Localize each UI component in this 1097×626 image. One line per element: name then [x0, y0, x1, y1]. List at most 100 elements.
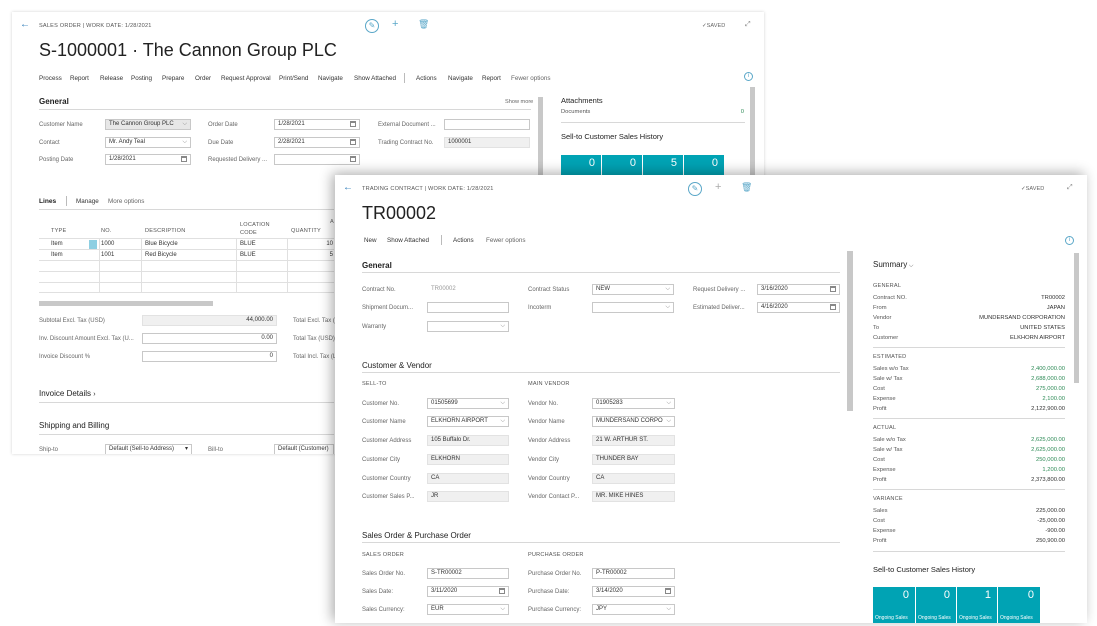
expand-icon[interactable]: ⤢	[1067, 184, 1073, 192]
requested-delivery-field[interactable]	[274, 154, 360, 165]
table-row[interactable]	[39, 271, 334, 282]
shipment-doc-field[interactable]	[427, 302, 509, 313]
action-navigate-2[interactable]: Navigate	[448, 75, 473, 82]
back-arrow-icon[interactable]: ←	[343, 182, 353, 193]
calendar-icon[interactable]	[181, 156, 187, 162]
sales-history-tile[interactable]: 0	[602, 155, 642, 177]
col-location-code[interactable]: LOCATION CODE	[240, 221, 280, 237]
factbox-scrollbar[interactable]	[1074, 253, 1079, 383]
action-print-send[interactable]: Print/Send	[279, 75, 308, 82]
lines-more-options[interactable]: More options	[108, 198, 144, 205]
table-row[interactable]: Item 1000 Blue Bicycle BLUE 10	[39, 238, 334, 249]
action-release[interactable]: Release	[100, 75, 123, 82]
contract-status-field[interactable]: NEW ⌵	[592, 284, 674, 295]
calendar-icon[interactable]	[350, 121, 356, 127]
calendar-icon[interactable]	[665, 588, 671, 594]
customer-name-field[interactable]: The Cannon Group PLC ⌵	[105, 119, 191, 130]
purchase-date-field[interactable]: 3/14/2020	[592, 586, 675, 597]
documents-count[interactable]: 0	[712, 109, 744, 115]
customer-name-field[interactable]: ELKHORN AIRPORT ⌵	[427, 416, 509, 427]
ongoing-sales-tile[interactable]: 1 Ongoing Sales	[957, 587, 997, 623]
action-fewer-options[interactable]: Fewer options	[486, 237, 526, 244]
attachments-title[interactable]: Attachments	[561, 96, 603, 105]
action-show-attached[interactable]: Show Attached	[354, 75, 396, 82]
ongoing-sales-tile[interactable]: 0 Ongoing Sales	[916, 587, 956, 623]
calendar-icon[interactable]	[350, 156, 356, 162]
sales-history-title[interactable]: Sell-to Customer Sales History	[561, 132, 663, 141]
incoterm-field[interactable]: ⌵	[592, 302, 674, 313]
general-section-title[interactable]: General	[362, 261, 392, 270]
ongoing-sales-tile[interactable]: 0 Ongoing Sales	[998, 587, 1040, 623]
ongoing-sales-tile[interactable]: 0 Ongoing Sales	[873, 587, 915, 623]
action-process[interactable]: Process	[39, 75, 62, 82]
calendar-icon[interactable]	[350, 139, 356, 145]
posting-date-field[interactable]: 1/28/2021	[105, 154, 191, 165]
action-report-2[interactable]: Report	[482, 75, 501, 82]
add-icon[interactable]: +	[392, 18, 398, 30]
calendar-icon[interactable]	[499, 588, 505, 594]
main-vertical-scrollbar[interactable]	[847, 251, 853, 411]
sales-history-tile[interactable]: 5	[643, 155, 683, 177]
bill-to-field[interactable]: Default (Customer)	[274, 444, 334, 454]
estimated-delivery-field[interactable]: 4/16/2020	[757, 302, 840, 313]
ship-to-field[interactable]: Default (Sell-to Address) ▾	[105, 444, 192, 454]
vendor-name-field[interactable]: MUNDERSAND CORPO ⌵	[592, 416, 675, 427]
due-date-field[interactable]: 2/28/2021	[274, 137, 360, 148]
info-icon[interactable]: i	[744, 72, 753, 81]
action-order[interactable]: Order	[195, 75, 211, 82]
sales-date-field[interactable]: 3/11/2020	[427, 586, 509, 597]
delete-icon[interactable]: 🗑	[741, 182, 752, 193]
factbox-scrollbar[interactable]	[750, 87, 755, 182]
customer-no-field[interactable]: 01505699 ⌵	[427, 398, 509, 409]
table-row[interactable]: Item 1001 Red Bicycle BLUE 5	[39, 249, 334, 260]
table-row[interactable]	[39, 282, 334, 293]
shipping-section-title[interactable]: Shipping and Billing	[39, 421, 109, 430]
customer-vendor-title[interactable]: Customer & Vendor	[362, 361, 432, 370]
sales-order-no-field[interactable]: S-TR00002	[427, 568, 509, 579]
inv-discount-pct-field[interactable]: 0	[142, 351, 277, 362]
inv-discount-field[interactable]: 0.00	[142, 333, 277, 344]
action-fewer-options[interactable]: Fewer options	[511, 75, 551, 82]
back-arrow-icon[interactable]: ←	[20, 19, 30, 30]
purchase-order-no-field[interactable]: P-TR00002	[592, 568, 675, 579]
sopo-section-title[interactable]: Sales Order & Purchase Order	[362, 531, 471, 540]
vendor-no-field[interactable]: 01905283 ⌵	[592, 398, 675, 409]
action-report[interactable]: Report	[70, 75, 89, 82]
main-vertical-scrollbar[interactable]	[538, 97, 543, 182]
edit-icon[interactable]: ✎	[365, 19, 379, 33]
calendar-icon[interactable]	[830, 304, 836, 310]
edit-icon[interactable]: ✎	[688, 182, 702, 196]
warranty-field[interactable]: ⌵	[427, 321, 509, 332]
action-actions[interactable]: Actions	[453, 237, 474, 244]
sales-history-tile[interactable]: 0	[684, 155, 724, 177]
contract-no-field[interactable]: TR00002	[427, 284, 509, 295]
calendar-icon[interactable]	[830, 286, 836, 292]
action-prepare[interactable]: Prepare	[162, 75, 184, 82]
action-show-attached[interactable]: Show Attached	[387, 237, 429, 244]
trading-contract-field[interactable]: 1000001	[444, 137, 530, 148]
table-row[interactable]	[39, 260, 334, 271]
lines-manage[interactable]: Manage	[76, 198, 99, 205]
info-icon[interactable]: i	[1065, 236, 1074, 245]
invoice-details-section[interactable]: Invoice Details ›	[39, 389, 96, 398]
request-delivery-field[interactable]: 3/16/2020	[757, 284, 840, 295]
action-request-approval[interactable]: Request Approval	[221, 75, 271, 82]
sales-history-tile[interactable]: 0	[561, 155, 601, 177]
col-type[interactable]: TYPE	[51, 228, 66, 234]
general-section-title[interactable]: General	[39, 97, 69, 106]
lines-horizontal-scrollbar[interactable]	[39, 301, 213, 306]
action-actions[interactable]: Actions	[416, 75, 437, 82]
external-document-field[interactable]	[444, 119, 530, 130]
col-no[interactable]: NO.	[101, 228, 112, 234]
delete-icon[interactable]: 🗑	[418, 19, 429, 30]
action-navigate[interactable]: Navigate	[318, 75, 343, 82]
add-icon[interactable]: +	[715, 181, 721, 193]
contact-field[interactable]: Mr. Andy Teal ⌵	[105, 137, 191, 148]
expand-icon[interactable]: ⤢	[745, 21, 751, 29]
row-selector[interactable]	[89, 240, 97, 249]
lines-tab[interactable]: Lines	[39, 198, 56, 205]
action-posting[interactable]: Posting	[131, 75, 152, 82]
col-quantity[interactable]: QUANTITY	[291, 228, 321, 234]
sales-history-title[interactable]: Sell-to Customer Sales History	[873, 565, 975, 574]
col-description[interactable]: DESCRIPTION	[145, 228, 185, 234]
